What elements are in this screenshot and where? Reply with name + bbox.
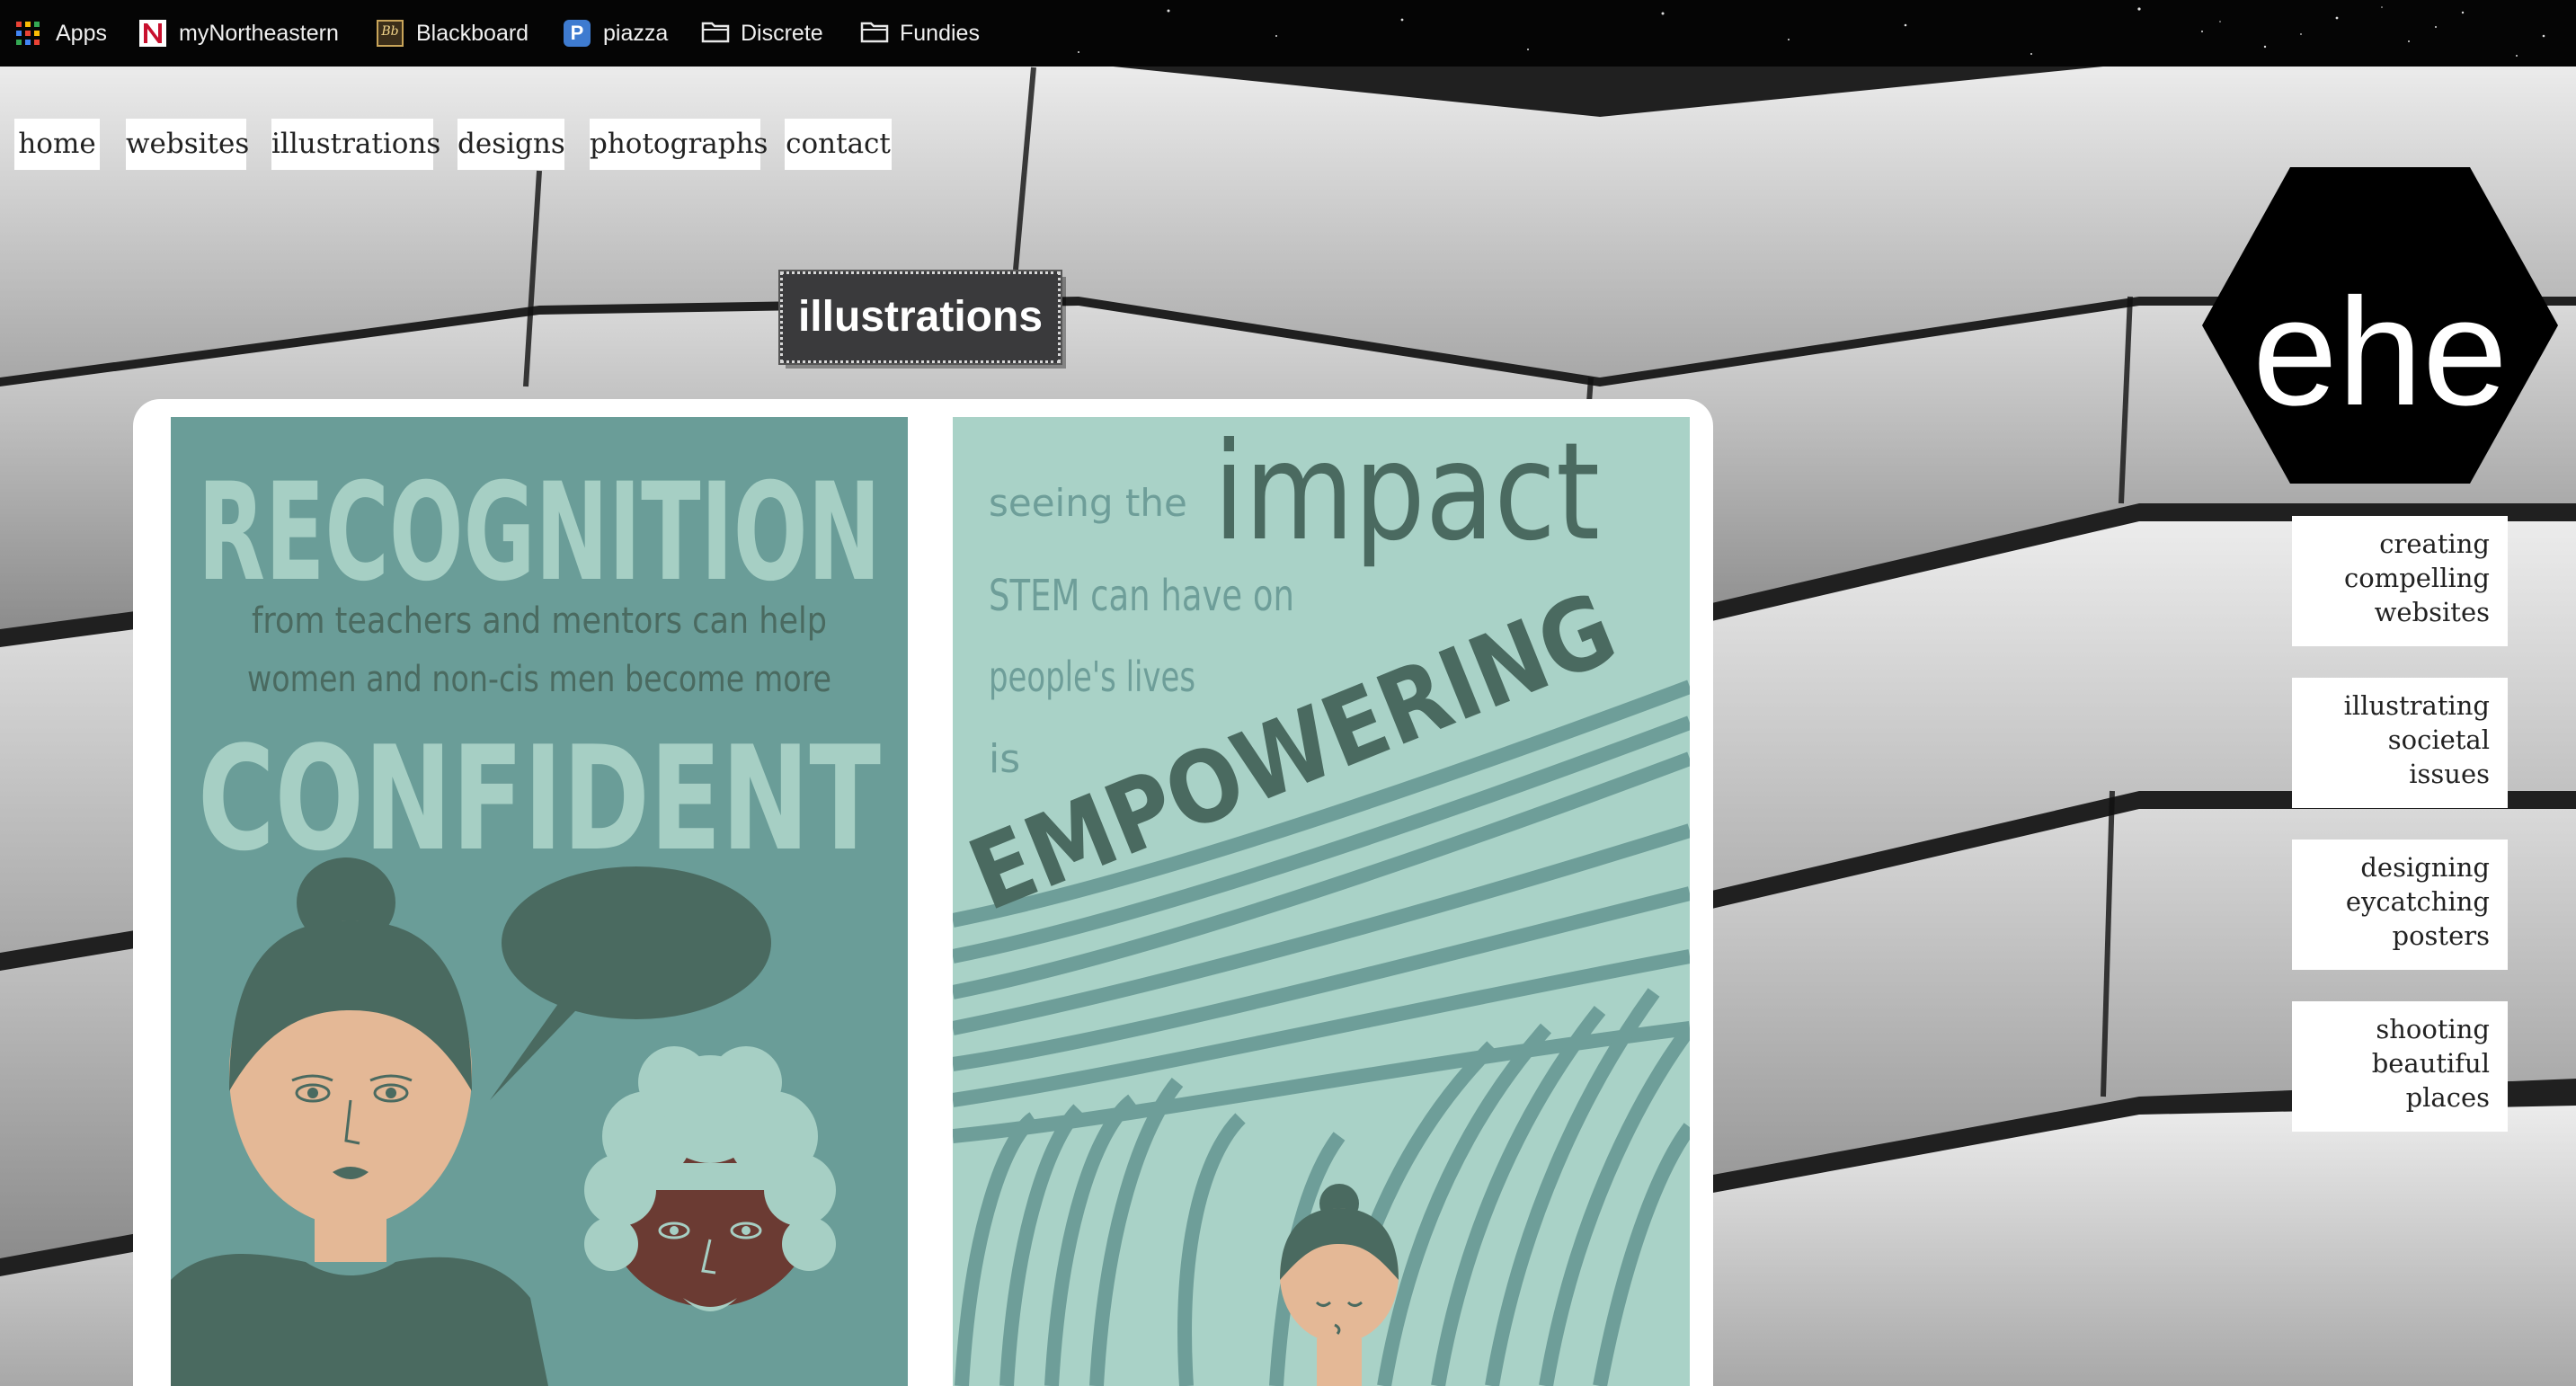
piazza-p-icon: P [564, 20, 591, 47]
card-line: societal [2387, 724, 2490, 755]
folder-icon [701, 20, 730, 47]
logo-text: ehe [2252, 267, 2508, 438]
bookmark-mynortheastern[interactable]: myNortheastern [139, 0, 339, 67]
card-designing-posters[interactable]: designing eycatching posters [2292, 840, 2508, 970]
card-line: designing [2360, 852, 2490, 883]
card-shooting-places[interactable]: shooting beautiful places [2292, 1001, 2508, 1132]
poster-text-line: seeing the [989, 481, 1187, 525]
poster-text-line: people's lives [989, 653, 1195, 701]
blackboard-bb-icon: Bb [377, 20, 404, 47]
card-line: issues [2409, 759, 2490, 789]
bookmark-folder-discrete[interactable]: Discrete [701, 0, 823, 67]
poster-text-line: women and non-cis men become more [247, 659, 831, 700]
bookmark-label: myNortheastern [179, 20, 339, 46]
poster-word-impact: impact [1213, 417, 1600, 571]
bookmark-label: piazza [603, 20, 669, 46]
card-line: shooting [2376, 1014, 2490, 1044]
apps-grid-icon [16, 20, 43, 47]
illustrations-gallery: RECOGNITION from teachers and mentors ca… [133, 399, 1713, 1386]
card-line: creating [2379, 529, 2490, 559]
poster-headline-bottom: CONFIDENT [198, 715, 881, 883]
card-line: compelling [2344, 563, 2490, 593]
bookmark-apps[interactable]: Apps [16, 0, 107, 67]
nav-photographs[interactable]: photographs [590, 119, 768, 170]
northeastern-n-icon [139, 20, 166, 47]
poster-text-line: STEM can have on [989, 571, 1294, 621]
poster-headline-top: RECOGNITION [198, 455, 881, 611]
poster-recognition[interactable]: RECOGNITION from teachers and mentors ca… [171, 417, 908, 1386]
poster-text-line: is [989, 736, 1020, 782]
card-line: illustrating [2343, 690, 2490, 721]
card-line: websites [2374, 597, 2490, 627]
nav-websites[interactable]: websites [126, 119, 249, 170]
bookmark-folder-fundies[interactable]: Fundies [860, 0, 980, 67]
poster-impact[interactable]: seeing the impact STEM can have on peopl… [953, 417, 1690, 1386]
nav-home[interactable]: home [14, 119, 100, 170]
folder-icon [860, 20, 889, 47]
card-line: posters [2392, 920, 2490, 951]
bookmark-piazza[interactable]: P piazza [564, 0, 668, 67]
card-line: eycatching [2345, 886, 2490, 917]
card-line: beautiful [2371, 1048, 2490, 1079]
bookmarks-bar: Apps myNortheastern Bb Blackboard P piaz… [0, 0, 2576, 67]
nav-illustrations[interactable]: illustrations [271, 119, 440, 170]
bookmark-blackboard[interactable]: Bb Blackboard [377, 0, 529, 67]
bookmark-label: Discrete [741, 20, 823, 46]
poster-text-line: from teachers and mentors can help [252, 600, 827, 642]
bookmark-label: Apps [56, 20, 107, 46]
page-title: illustrations [778, 270, 1062, 365]
ehe-logo[interactable]: ehe [2200, 164, 2560, 487]
nav-designs[interactable]: designs [457, 119, 565, 170]
nav-contact[interactable]: contact [785, 119, 892, 170]
bookmark-label: Fundies [900, 20, 980, 46]
card-illustrating-issues[interactable]: illustrating societal issues [2292, 678, 2508, 808]
card-line: places [2405, 1082, 2490, 1113]
card-creating-websites[interactable]: creating compelling websites [2292, 516, 2508, 646]
bookmark-label: Blackboard [416, 20, 529, 46]
